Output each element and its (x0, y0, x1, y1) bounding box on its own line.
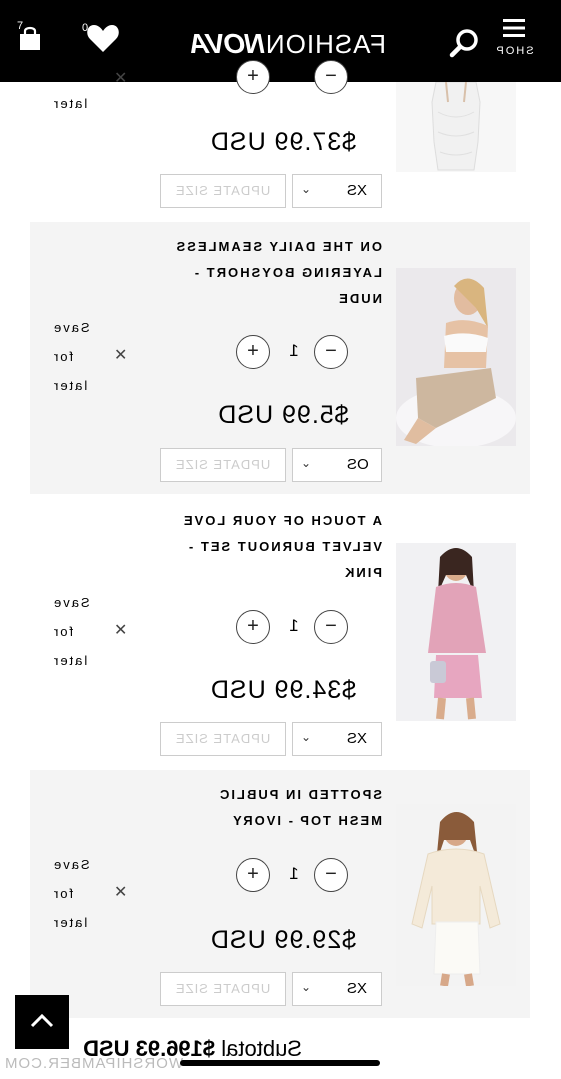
size-value: XS (347, 730, 368, 747)
update-size-label: UPDATE SIZE (175, 183, 271, 198)
product-image[interactable] (396, 804, 516, 986)
update-size-label: UPDATE SIZE (175, 457, 271, 472)
save-for-later-line: for (52, 624, 74, 639)
watermark: WORSHIPAMBER.COM (4, 1055, 184, 1072)
quantity-value: 1 (289, 341, 299, 360)
size-select[interactable]: XS ⌄ (292, 722, 382, 756)
chevron-down-icon: ⌄ (301, 182, 312, 196)
cart-item: SPOTTED IN PUBLIC MESH TOP - IVORY + 1 −… (30, 770, 530, 1018)
quantity-value: 1 (289, 616, 299, 635)
shop-label: SHOP (494, 45, 534, 57)
save-for-later-link[interactable]: Save for later (52, 313, 98, 400)
cart-item: + − for later ✕ $37.99 USD XS ⌄ UPDATE S… (30, 60, 530, 220)
product-image[interactable] (396, 82, 516, 172)
quantity-value: 1 (289, 864, 299, 883)
save-for-later-line: later (52, 653, 88, 668)
decrease-quantity-button[interactable]: − (314, 858, 348, 892)
update-size-button[interactable]: UPDATE SIZE (160, 972, 286, 1006)
size-value: XS (347, 182, 368, 199)
size-value: XS (347, 980, 368, 997)
item-price: $34.99 USD (209, 676, 357, 704)
save-for-later-line: Save (52, 857, 90, 872)
size-value: OS (347, 456, 369, 473)
quantity-stepper: + − (236, 60, 348, 94)
wishlist-count: 0 (82, 22, 89, 34)
product-image[interactable] (396, 543, 516, 721)
save-for-later-line: for (52, 349, 74, 364)
save-for-later-line: later (52, 378, 88, 393)
size-select[interactable]: OS ⌄ (292, 448, 382, 482)
size-select[interactable]: XS ⌄ (292, 972, 382, 1006)
update-size-button[interactable]: UPDATE SIZE (160, 722, 286, 756)
save-for-later-line: Save (52, 595, 90, 610)
product-title[interactable]: ON THE DAILY SEAMLESS LAYERING BOYSHORT … (170, 234, 382, 312)
save-for-later-line: Save (52, 320, 90, 335)
decrease-quantity-button[interactable]: − (314, 335, 348, 369)
logo-nova-text: NOVA (190, 28, 265, 59)
save-for-later-link[interactable]: for later (52, 60, 98, 118)
update-size-button[interactable]: UPDATE SIZE (160, 448, 286, 482)
search-button[interactable] (448, 26, 484, 62)
update-size-label: UPDATE SIZE (175, 731, 271, 746)
wishlist-button[interactable]: 0 (82, 22, 120, 59)
remove-item-button[interactable]: ✕ (114, 620, 127, 640)
logo-fashion-text: FASHION (264, 29, 386, 59)
hamburger-menu-icon (503, 19, 525, 37)
heart-icon (87, 25, 119, 52)
quantity-stepper: + 1 − (236, 335, 348, 369)
home-indicator[interactable] (180, 1060, 380, 1066)
item-price: $29.99 USD (209, 926, 357, 954)
subtotal-label: Subtotal (221, 1036, 302, 1061)
save-for-later-link[interactable]: Save for later (52, 588, 98, 675)
increase-quantity-button[interactable]: + (236, 60, 270, 94)
chevron-down-icon: ⌄ (301, 456, 312, 470)
search-icon (449, 29, 478, 58)
save-for-later-line: later (52, 96, 88, 111)
chevron-down-icon: ⌄ (301, 730, 312, 744)
save-for-later-line: later (52, 915, 88, 930)
product-image[interactable] (396, 268, 516, 446)
cart-item: A TOUCH OF YOUR LOVE VELVET BURNOUT SET … (30, 496, 530, 768)
increase-quantity-button[interactable]: + (236, 858, 270, 892)
save-for-later-line: for (52, 886, 74, 901)
chevron-down-icon: ⌄ (301, 980, 312, 994)
fashion-nova-logo[interactable]: FASHIONNOVA (176, 28, 386, 59)
increase-quantity-button[interactable]: + (236, 610, 270, 644)
size-select[interactable]: XS ⌄ (292, 174, 382, 208)
remove-item-button[interactable]: ✕ (114, 345, 127, 365)
update-size-label: UPDATE SIZE (175, 981, 271, 996)
item-price: $5.99 USD (217, 401, 349, 429)
bag-count: 7 (17, 20, 24, 32)
shopping-bag-button[interactable]: 7 (17, 20, 43, 57)
remove-item-button[interactable]: ✕ (114, 882, 127, 902)
product-title[interactable]: SPOTTED IN PUBLIC MESH TOP - IVORY (170, 782, 382, 834)
increase-quantity-button[interactable]: + (236, 335, 270, 369)
product-title[interactable]: A TOUCH OF YOUR LOVE VELVET BURNOUT SET … (170, 508, 382, 586)
shop-menu-button[interactable]: SHOP (490, 18, 538, 57)
update-size-button[interactable]: UPDATE SIZE (160, 174, 286, 208)
decrease-quantity-button[interactable]: − (314, 610, 348, 644)
cart-item: ON THE DAILY SEAMLESS LAYERING BOYSHORT … (30, 222, 530, 494)
remove-item-button[interactable]: ✕ (114, 68, 127, 88)
item-price: $37.99 USD (209, 128, 357, 156)
save-for-later-line: for (52, 67, 74, 82)
quantity-stepper: + 1 − (236, 610, 348, 644)
save-for-later-link[interactable]: Save for later (52, 850, 98, 937)
quantity-stepper: + 1 − (236, 858, 348, 892)
decrease-quantity-button[interactable]: − (314, 60, 348, 94)
